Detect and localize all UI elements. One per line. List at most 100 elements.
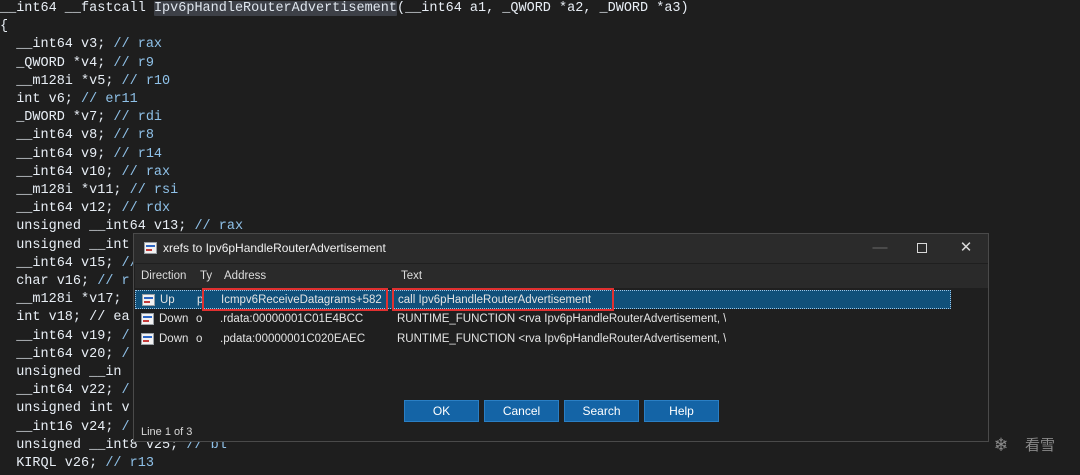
code-comment: / — [121, 328, 130, 344]
xref-direction: Down — [159, 313, 189, 325]
code-line: { — [0, 18, 8, 36]
help-button[interactable]: Help — [644, 400, 719, 422]
code-pre: __int64 v20; — [0, 346, 122, 362]
code-line: __int64 v9; // r14 — [0, 146, 162, 164]
code-pre: __int64 v15; — [0, 255, 122, 271]
xref-type: o — [196, 333, 203, 345]
minimize-button[interactable]: — — [860, 234, 900, 263]
column-type[interactable]: Ty — [200, 270, 212, 282]
xref-text: RUNTIME_FUNCTION <rva Ipv6pHandleRouterA… — [397, 333, 727, 345]
code-line: _DWORD *v7; // rdi — [0, 109, 162, 127]
xref-direction: Down — [159, 333, 189, 345]
code-line: __int64 v10; // rax — [0, 164, 170, 182]
xrefs-dialog: xrefs to Ipv6pHandleRouterAdvertisement … — [133, 233, 989, 442]
maximize-button[interactable] — [902, 234, 942, 263]
code-comment: // r10 — [121, 73, 171, 89]
code-pre: __int64 v10; — [0, 164, 122, 180]
code-comment: // rax — [113, 37, 163, 53]
close-button[interactable]: ✕ — [946, 234, 986, 263]
code-line: __int64 v20; / — [0, 346, 130, 364]
code-pre: __int64 v22; — [0, 383, 122, 399]
code-pre: char v16; — [0, 274, 98, 289]
code-post: (__int64 a1, _QWORD *a2, _DWORD *a3) — [396, 1, 689, 16]
code-line: __int64 v15; // — [0, 255, 138, 273]
code-line: __int16 v24; / — [0, 419, 130, 437]
code-hl: Ipv6pHandleRouterAdvertisement — [153, 1, 397, 16]
code-comment: // r8 — [113, 128, 154, 144]
xrefs-list[interactable]: Direction Ty Address Text Up p Icmpv6Rec… — [135, 264, 988, 389]
xref-row[interactable]: Down o .pdata:00000001C020EAEC RUNTIME_F… — [135, 330, 951, 349]
code-line: __m128i *v17; — [0, 291, 122, 309]
code-pre: _QWORD *v4; — [0, 55, 114, 71]
code-pre: __int64 v8; — [0, 128, 114, 144]
code-pre: __int64 v3; — [0, 37, 114, 53]
code-pre: __int64 v12; — [0, 201, 122, 217]
code-comment: // r9 — [113, 55, 154, 71]
code-comment: / — [121, 346, 130, 362]
code-pre: unsigned __in — [0, 365, 122, 380]
column-direction[interactable]: Direction — [141, 270, 186, 282]
status-line: Line 1 of 3 — [141, 426, 193, 438]
code-comment: // r13 — [105, 456, 154, 471]
column-address[interactable]: Address — [224, 270, 266, 282]
search-button[interactable]: Search — [564, 400, 639, 422]
cancel-button[interactable]: Cancel — [484, 400, 559, 422]
xref-direction: Up — [160, 294, 175, 306]
ok-button[interactable]: OK — [404, 400, 479, 422]
xref-type: o — [196, 313, 203, 325]
code-line: unsigned __in — [0, 364, 122, 382]
snowflake-icon: ❄ — [995, 432, 1008, 456]
watermark: ❄ 看雪 — [995, 433, 1075, 455]
xref-row[interactable]: Down o .rdata:00000001C01E4BCC RUNTIME_F… — [135, 310, 951, 329]
code-comment: // r14 — [113, 146, 163, 162]
code-pre: __int64 v19; — [0, 328, 122, 344]
code-line: unsigned __int — [0, 237, 130, 255]
maximize-icon — [917, 243, 927, 254]
code-pre: __m128i *v17; — [0, 292, 122, 308]
xref-icon — [142, 294, 155, 306]
code-line: __int64 v8; // r8 — [0, 127, 154, 145]
code-comment: // er11 — [81, 92, 138, 107]
annotation-box-address — [202, 288, 388, 311]
code-pre: unsigned int v — [0, 401, 130, 417]
dialog-title: xrefs to Ipv6pHandleRouterAdvertisement — [163, 241, 386, 255]
watermark-text: 看雪 — [1025, 436, 1056, 454]
code-comment: / — [121, 419, 130, 435]
xref-address: .rdata:00000001C01E4BCC — [220, 313, 364, 325]
code-line: __int64 __fastcall Ipv6pHandleRouterAdve… — [0, 0, 689, 18]
code-line: _QWORD *v4; // r9 — [0, 55, 154, 73]
code-pre: { — [0, 19, 9, 35]
code-comment: // rsi — [129, 183, 179, 198]
xref-icon — [141, 333, 154, 345]
list-header: Direction Ty Address Text — [135, 264, 988, 288]
code-pre: __int64 v9; — [0, 146, 114, 162]
xref-text: RUNTIME_FUNCTION <rva Ipv6pHandleRouterA… — [397, 313, 727, 325]
code-comment: // rax — [121, 164, 171, 180]
code-line: __m128i *v5; // r10 — [0, 73, 170, 91]
code-line: int v6; // er11 — [0, 91, 138, 109]
xrefs-icon — [144, 242, 157, 254]
code-pre: _DWORD *v7; — [0, 110, 114, 126]
code-comment: // rdx — [121, 201, 171, 217]
code-pre: unsigned __int — [0, 237, 130, 253]
code-line: char v16; // r — [0, 273, 130, 291]
code-comment: / — [121, 383, 130, 399]
code-line: unsigned int v — [0, 400, 130, 418]
code-pre: __int16 v24; — [0, 419, 122, 435]
code-line: __int64 v19; / — [0, 328, 130, 346]
code-line: __m128i *v11; // rsi — [0, 182, 178, 200]
xref-address: .pdata:00000001C020EAEC — [220, 333, 366, 345]
code-pre: __int64 __fastcall — [0, 1, 154, 16]
code-comment: // rdi — [113, 110, 163, 126]
code-line: KIRQL v26; // r13 — [0, 455, 154, 473]
code-pre: int v6; — [0, 92, 82, 107]
code-line: __int64 v3; // rax — [0, 36, 162, 54]
code-comment: // r — [97, 274, 130, 289]
code-line: __int64 v22; / — [0, 382, 130, 400]
xref-icon — [141, 313, 154, 325]
annotation-box-text — [392, 288, 614, 311]
code-line: int v18; // ea — [0, 309, 129, 327]
dialog-title-bar[interactable]: xrefs to Ipv6pHandleRouterAdvertisement … — [134, 234, 988, 263]
column-text[interactable]: Text — [401, 270, 422, 282]
code-line: __int64 v12; // rdx — [0, 200, 170, 218]
